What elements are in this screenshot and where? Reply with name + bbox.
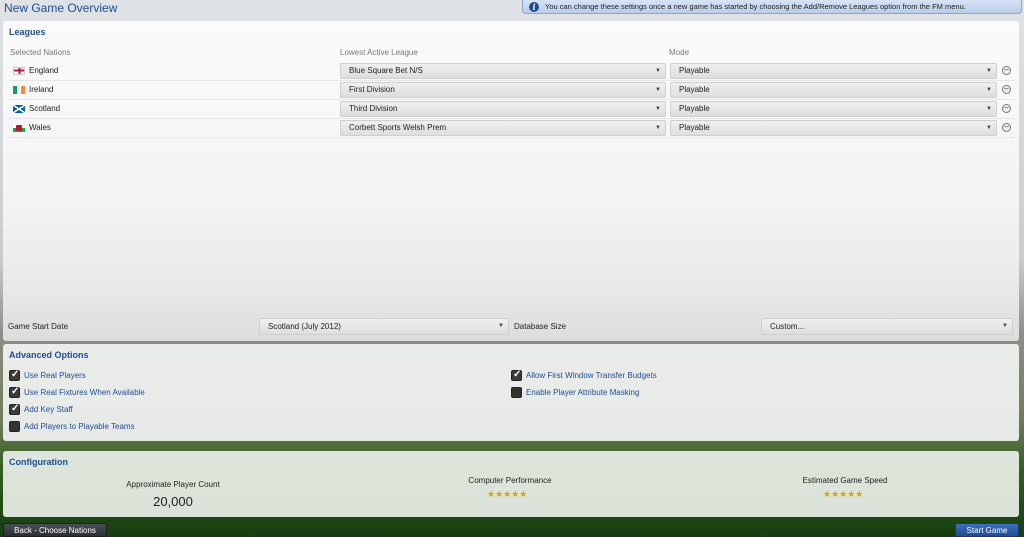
league-value: First Division [349, 85, 395, 94]
chevron-down-icon: ▼ [986, 87, 992, 93]
col-selected-nations: Selected Nations [10, 48, 71, 57]
attribute-masking-checkbox[interactable]: Enable Player Attribute Masking [511, 387, 639, 398]
leagues-title: Leagues [9, 27, 46, 37]
england-flag-icon [13, 66, 25, 75]
mode-value: Playable [679, 123, 710, 132]
page-title: New Game Overview [4, 1, 118, 15]
leagues-panel: Leagues Selected Nations Lowest Active L… [3, 21, 1019, 341]
chevron-down-icon: ▼ [655, 87, 661, 93]
checkbox-label: Use Real Fixtures When Available [24, 388, 145, 397]
database-size-label: Database Size [514, 322, 567, 331]
remove-nation-icon[interactable]: – [1002, 123, 1011, 132]
database-size-value: Custom... [770, 322, 805, 331]
back-choose-nations-button[interactable]: Back - Choose Nations [3, 523, 107, 537]
mode-value: Playable [679, 66, 710, 75]
nation-cell: Scotland [13, 104, 60, 113]
mode-select[interactable]: Playable ▼ [670, 82, 997, 98]
allow-transfer-budgets-checkbox[interactable]: Allow First Window Transfer Budgets [511, 369, 657, 381]
checkbox-checked-icon [9, 403, 20, 415]
configuration-panel: Configuration Approximate Player Count 2… [3, 451, 1019, 517]
mode-value: Playable [679, 85, 710, 94]
nation-name: Scotland [29, 104, 61, 113]
game-start-date-select[interactable]: Scotland (July 2012) ▼ [259, 318, 509, 335]
chevron-down-icon: ▼ [1002, 323, 1008, 329]
info-icon: i [529, 1, 539, 12]
league-select[interactable]: First Division ▼ [340, 82, 666, 98]
game-start-date-value: Scotland (July 2012) [268, 322, 341, 331]
col-mode: Mode [669, 48, 690, 57]
ireland-flag-icon [13, 85, 25, 94]
chevron-down-icon: ▼ [986, 68, 992, 74]
league-select[interactable]: Corbett Sports Welsh Prem ▼ [340, 120, 666, 136]
nation-row: Ireland First Division ▼ Playable ▼ – [9, 81, 1015, 100]
wales-flag-icon [13, 123, 25, 132]
chevron-down-icon: ▼ [986, 125, 992, 131]
chevron-down-icon: ▼ [986, 106, 992, 112]
league-select[interactable]: Blue Square Bet N/S ▼ [340, 63, 666, 79]
add-players-playable-teams-checkbox[interactable]: Add Players to Playable Teams [9, 421, 135, 432]
use-real-fixtures-checkbox[interactable]: Use Real Fixtures When Available [9, 386, 145, 398]
nation-row: Wales Corbett Sports Welsh Prem ▼ Playabl… [9, 119, 1015, 138]
use-real-players-checkbox[interactable]: Use Real Players [9, 369, 86, 381]
league-select[interactable]: Third Division ▼ [340, 101, 666, 117]
nation-row: Scotland Third Division ▼ Playable ▼ – [9, 100, 1015, 119]
checkbox-label: Add Players to Playable Teams [24, 422, 135, 431]
info-text: You can change these settings once a new… [545, 2, 966, 11]
checkbox-label: Allow First Window Transfer Budgets [526, 371, 657, 380]
game-start-date-label: Game Start Date [8, 322, 69, 331]
league-value: Corbett Sports Welsh Prem [349, 123, 447, 132]
start-game-button[interactable]: Start Game [955, 523, 1019, 537]
configuration-title: Configuration [9, 457, 68, 467]
mode-value: Playable [679, 104, 710, 113]
advanced-options-title: Advanced Options [9, 350, 89, 360]
game-speed-stars: ★★★★★ [823, 489, 864, 499]
computer-performance-label: Computer Performance [468, 476, 552, 485]
remove-nation-icon[interactable]: – [1002, 104, 1011, 113]
nation-cell: Wales [13, 123, 51, 132]
nation-name: Ireland [29, 85, 54, 94]
nation-name: Wales [29, 123, 51, 132]
player-count-value: 20,000 [153, 494, 193, 509]
checkbox-label: Use Real Players [24, 371, 86, 380]
nation-cell: Ireland [13, 85, 53, 94]
mode-select[interactable]: Playable ▼ [670, 120, 997, 136]
scotland-flag-icon [13, 104, 25, 113]
checkbox-unchecked-icon [9, 421, 20, 432]
nation-row: England Blue Square Bet N/S ▼ Playable ▼ – [9, 62, 1015, 81]
league-value: Third Division [349, 104, 398, 113]
checkbox-checked-icon [511, 369, 522, 381]
remove-nation-icon[interactable]: – [1002, 85, 1011, 94]
checkbox-checked-icon [9, 369, 20, 381]
chevron-down-icon: ▼ [655, 106, 661, 112]
computer-performance-stars: ★★★★★ [487, 489, 528, 499]
mode-select[interactable]: Playable ▼ [670, 101, 997, 117]
checkbox-unchecked-icon [511, 387, 522, 398]
chevron-down-icon: ▼ [655, 68, 661, 74]
mode-select[interactable]: Playable ▼ [670, 63, 997, 79]
chevron-down-icon: ▼ [655, 125, 661, 131]
checkbox-checked-icon [9, 386, 20, 398]
nation-cell: England [13, 66, 58, 75]
advanced-options-panel: Advanced Options Use Real Players Use Re… [3, 344, 1019, 441]
nation-name: England [29, 66, 59, 75]
league-value: Blue Square Bet N/S [349, 66, 423, 75]
checkbox-label: Enable Player Attribute Masking [526, 388, 640, 397]
info-banner: i You can change these settings once a n… [522, 0, 1022, 14]
col-lowest-active-league: Lowest Active League [340, 48, 418, 57]
remove-nation-icon[interactable]: – [1002, 66, 1011, 75]
chevron-down-icon: ▼ [498, 323, 504, 329]
database-size-select[interactable]: Custom... ▼ [761, 318, 1013, 335]
game-speed-label: Estimated Game Speed [802, 476, 888, 485]
checkbox-label: Add Key Staff [24, 405, 73, 414]
add-key-staff-checkbox[interactable]: Add Key Staff [9, 403, 73, 415]
player-count-label: Approximate Player Count [126, 480, 220, 489]
